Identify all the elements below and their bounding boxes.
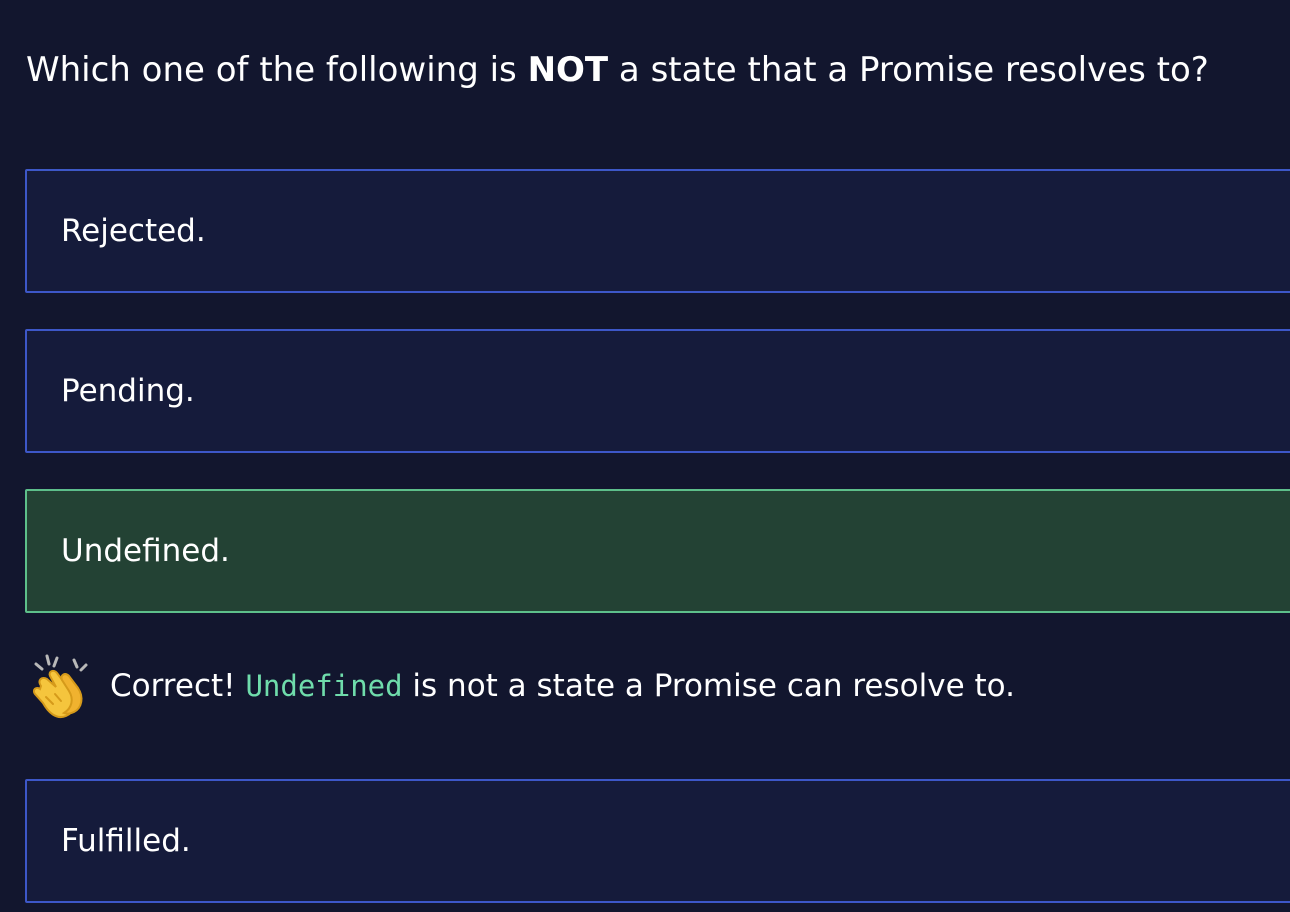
feedback-suffix: is not a state a Promise can resolve to. (402, 668, 1015, 704)
feedback-code: Undefined (245, 669, 403, 703)
answer-option-label: Rejected. (61, 213, 206, 249)
answer-option-label: Fulfilled. (61, 823, 191, 859)
answer-option-label: Pending. (61, 373, 195, 409)
answer-feedback: Correct! Undefined is not a state a Prom… (26, 650, 1015, 722)
answer-option-rejected[interactable]: Rejected. (25, 169, 1290, 293)
question-prefix: Which one of the following is (26, 50, 528, 90)
answer-option-undefined-correct[interactable]: Undefined. (25, 489, 1290, 613)
feedback-prefix: Correct! (110, 668, 246, 704)
answer-option-label: Undefined. (61, 533, 230, 569)
answer-option-pending[interactable]: Pending. (25, 329, 1290, 453)
question-suffix: a state that a Promise resolves to? (608, 50, 1209, 90)
question-text: Which one of the following is NOT a stat… (26, 46, 1209, 94)
answer-option-fulfilled[interactable]: Fulfilled. (25, 779, 1290, 903)
question-emphasis: NOT (527, 50, 609, 90)
feedback-message: Correct! Undefined is not a state a Prom… (110, 666, 1015, 706)
clapping-hands-icon (26, 652, 94, 720)
